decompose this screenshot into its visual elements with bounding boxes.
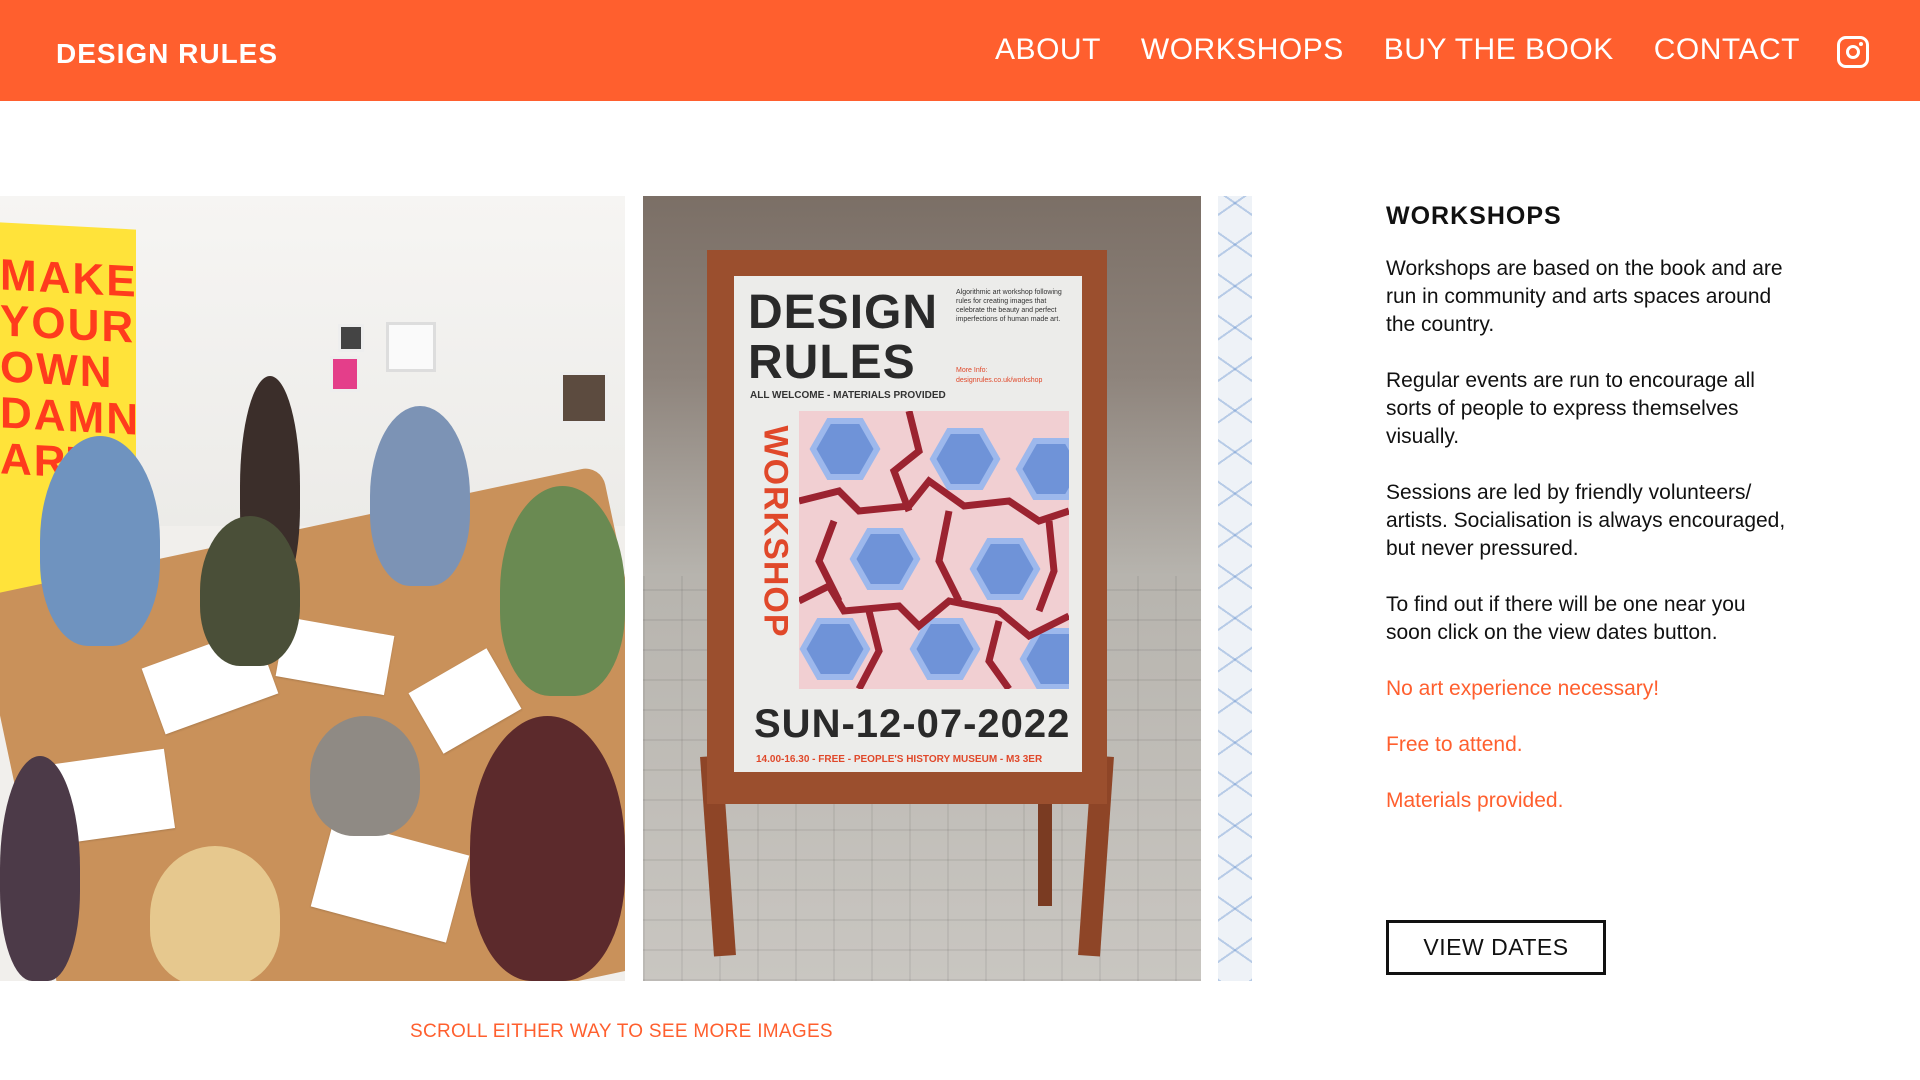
participant	[40, 436, 160, 646]
nav-about[interactable]: ABOUT	[995, 33, 1101, 67]
workshop-poster: DESIGN RULES ALL WELCOME - MATERIALS PRO…	[734, 276, 1082, 772]
top-navigation-bar: DESIGN RULES ABOUT WORKSHOPS BUY THE BOO…	[0, 0, 1920, 101]
gallery-photo-partial	[1218, 196, 1252, 981]
poster-date: SUN-12-07-2022	[754, 702, 1071, 746]
poster-info: Algorithmic art workshop following rules…	[956, 289, 1062, 323]
image-gallery[interactable]: MAKE YOUR OWN DAMN ART DESIGN RULES ALL …	[0, 196, 1252, 981]
main-nav: ABOUT WORKSHOPS BUY THE BOOK CONTACT	[955, 33, 1800, 67]
wall-frame-drawing	[560, 372, 608, 424]
instagram-icon[interactable]	[1837, 36, 1869, 68]
nav-contact[interactable]: CONTACT	[1654, 33, 1800, 67]
panel-paragraph: To find out if there will be one near yo…	[1386, 593, 1746, 644]
photo-pattern	[1218, 196, 1252, 981]
panel-paragraph: Workshops are based on the book and are …	[1386, 257, 1783, 336]
panel-paragraph: Sessions are led by friendly volunteers/…	[1386, 481, 1786, 560]
view-dates-button[interactable]: VIEW DATES	[1386, 920, 1606, 975]
participant	[0, 756, 80, 981]
sign-back-leg	[1038, 796, 1052, 906]
scroll-hint: SCROLL EITHER WAY TO SEE MORE IMAGES	[410, 1021, 833, 1042]
wall-pink-sign	[330, 356, 360, 392]
panel-paragraph: Regular events are run to encourage all …	[1386, 369, 1755, 448]
instagram-lens	[1846, 45, 1860, 59]
poster-pattern	[799, 411, 1069, 689]
gallery-photo-workshop: MAKE YOUR OWN DAMN ART	[0, 196, 625, 981]
participant	[500, 486, 625, 696]
nav-workshops[interactable]: WORKSHOPS	[1141, 33, 1344, 67]
participant	[200, 516, 300, 666]
panel-heading: WORKSHOPS	[1386, 202, 1562, 230]
poster-footer: 14.00-16.30 - FREE - PEOPLE'S HISTORY MU…	[756, 754, 1043, 765]
participant	[470, 716, 625, 981]
gallery-photo-sign: DESIGN RULES ALL WELCOME - MATERIALS PRO…	[643, 196, 1201, 981]
workshops-info-panel: WORKSHOPS Workshops are based on the boo…	[1386, 202, 1796, 843]
wall-frame-small	[338, 324, 364, 352]
poster-pattern-graphic	[799, 411, 1069, 689]
child-participant	[310, 716, 420, 836]
poster-welcome: ALL WELCOME - MATERIALS PROVIDED	[750, 390, 946, 401]
brand-logo[interactable]: DESIGN RULES	[56, 38, 278, 70]
highlight-free: Free to attend.	[1386, 733, 1523, 756]
poster-more-info: More Info: designrules.co.uk/workshop	[956, 367, 1043, 384]
participant	[370, 406, 470, 586]
instagram-dot	[1859, 42, 1863, 46]
nav-buy-the-book[interactable]: BUY THE BOOK	[1384, 33, 1614, 67]
highlight-no-experience: No art experience necessary!	[1386, 677, 1660, 700]
child-participant	[150, 846, 280, 981]
poster-side-text: WORKSHOP	[756, 425, 795, 638]
wall-note	[386, 322, 436, 372]
highlight-materials: Materials provided.	[1386, 789, 1564, 812]
